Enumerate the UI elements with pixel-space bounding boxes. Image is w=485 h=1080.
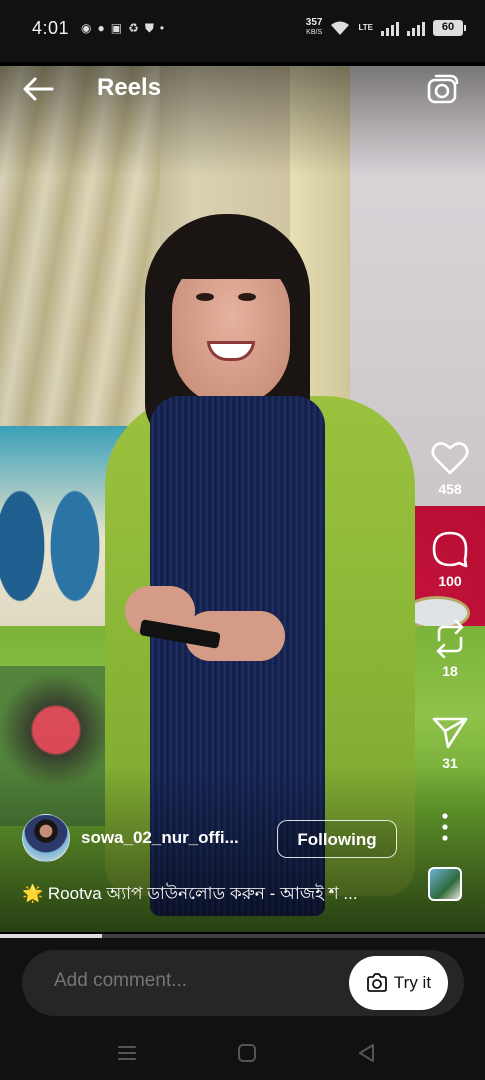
repost-icon: [436, 620, 464, 658]
status-time: 4:01: [32, 17, 70, 38]
comment-input[interactable]: [54, 970, 314, 992]
share-button[interactable]: 31: [424, 714, 476, 771]
repost-button[interactable]: 18: [424, 620, 476, 679]
page-title: Reels: [97, 74, 162, 101]
like-button[interactable]: 458: [424, 440, 476, 497]
camera-icon[interactable]: [426, 72, 460, 106]
comment-button[interactable]: 100: [424, 530, 476, 589]
signal-icon: [381, 20, 399, 36]
wifi-icon: [331, 21, 350, 35]
recent-apps-icon[interactable]: [112, 1040, 142, 1066]
person-eye-right: [238, 293, 256, 301]
heart-icon: [431, 442, 469, 475]
person-eye-left: [196, 293, 214, 301]
back-nav-icon[interactable]: [352, 1040, 382, 1066]
reel-video[interactable]: [0, 66, 485, 932]
reel-caption[interactable]: 🌟 Rootva অ্যাপ ডাউনলোড করুন - আজই শ ...: [22, 881, 417, 909]
signal-icon-2: [407, 20, 425, 36]
comment-bubble-icon: [432, 531, 468, 568]
author-username[interactable]: sowa_02_nur_offi...: [81, 828, 259, 848]
whatsapp-icon: ◉: [81, 21, 92, 35]
system-nav-bar: [0, 1026, 485, 1080]
repost-count: 18: [442, 663, 458, 679]
try-it-label: Try it: [393, 973, 432, 992]
camera-icon: [367, 973, 387, 992]
share-count: 31: [442, 755, 458, 771]
home-icon[interactable]: [232, 1040, 262, 1066]
network-speed-value: 357: [305, 17, 323, 28]
try-it-button[interactable]: Try it: [349, 956, 448, 1010]
comment-count: 100: [438, 573, 462, 589]
sync-icon: ♻: [128, 21, 139, 35]
send-icon: [432, 717, 468, 749]
following-button[interactable]: Following: [277, 820, 397, 858]
chat-icon: ●: [97, 21, 105, 35]
notification-icons: ◉ ● ▣ ♻ ⛊ •: [81, 22, 164, 34]
more-options-icon[interactable]: [432, 812, 458, 842]
author-avatar[interactable]: [22, 814, 70, 862]
network-speed-unit: KB/S: [306, 29, 323, 36]
dot-icon: •: [159, 21, 165, 35]
status-bar: 4:01 ◉ ● ▣ ♻ ⛊ • 357 KB/S LTE 60: [0, 0, 485, 62]
shield-icon: ⛊: [144, 21, 154, 35]
battery-icon: 60: [433, 20, 466, 36]
app-v-icon: ▣: [110, 21, 123, 35]
lte-label: LTE: [358, 23, 373, 32]
audio-thumbnail[interactable]: [428, 867, 462, 901]
like-count: 458: [438, 481, 462, 497]
person-fringe: [170, 234, 295, 279]
reels-header: Reels: [0, 66, 485, 110]
arrow-left-icon[interactable]: [20, 74, 56, 104]
network-speed: 357 KB/S: [306, 18, 323, 38]
